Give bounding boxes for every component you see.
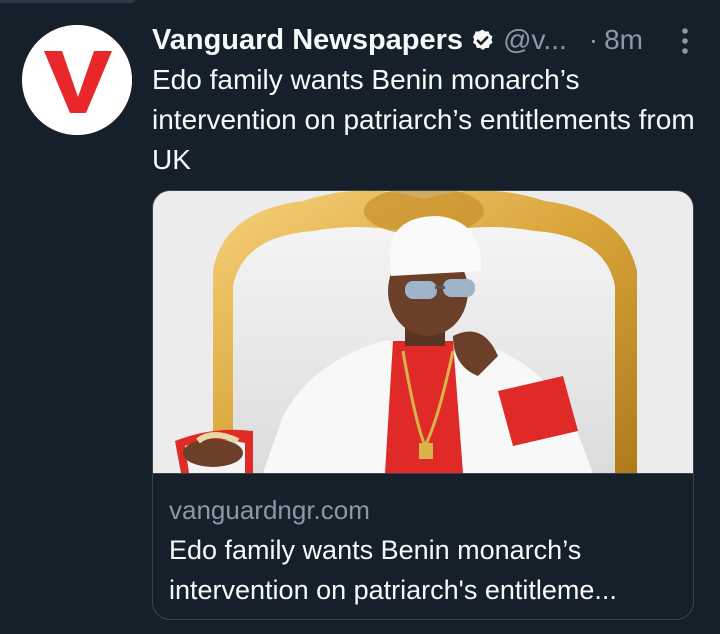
card-domain: vanguardngr.com [169,495,370,525]
tweet-text: Edo family wants Benin monarch’s interve… [152,64,695,175]
avatar[interactable]: V [22,25,132,135]
separator-dot: · [588,24,599,55]
verified-badge-icon [473,29,493,50]
author-name[interactable]: Vanguard Newspapers [152,24,463,57]
tweet-header: Vanguard Newspapers @v... · 8m [152,22,690,58]
tweet-timestamp[interactable]: 8m [604,24,643,56]
monarch-photo-image [153,191,693,473]
link-preview-card[interactable]: vanguardngr.com Edo family wants Benin m… [152,190,694,620]
top-tab-indicator [0,0,135,3]
card-image [153,191,693,474]
author-handle[interactable]: @v... [503,24,567,56]
vanguard-logo-icon: V [22,25,132,135]
card-title: Edo family wants Benin monarch’s interve… [169,535,617,605]
more-vertical-icon[interactable] [680,26,690,56]
